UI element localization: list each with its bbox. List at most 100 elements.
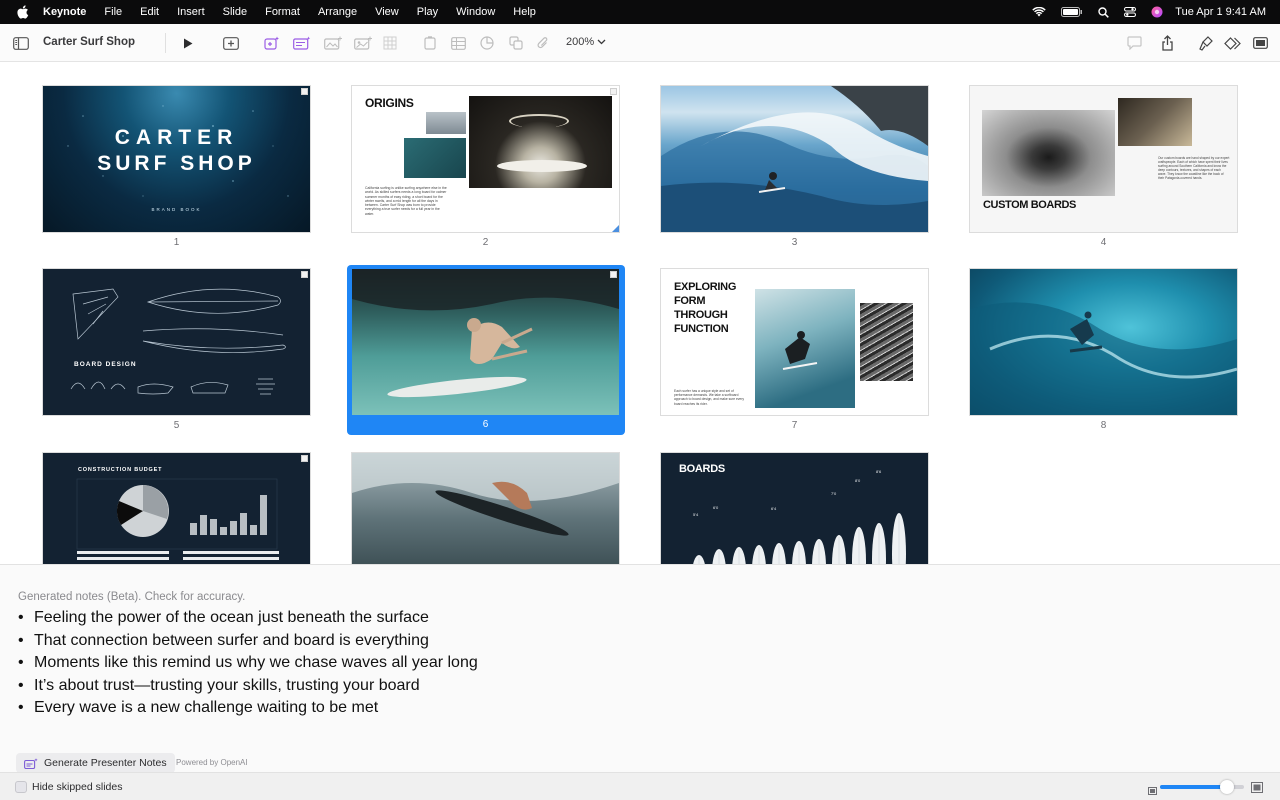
menu-arrange[interactable]: Arrange <box>318 6 357 18</box>
board-detail-photo <box>1118 98 1192 146</box>
play-button[interactable] <box>176 32 200 54</box>
slide-thumbnail-8[interactable]: 8 <box>970 269 1237 431</box>
table-icon <box>446 32 470 54</box>
surfer-photo-small <box>426 112 466 134</box>
hide-skipped-checkbox[interactable] <box>15 781 27 793</box>
slide-thumbnail-10[interactable] <box>352 453 619 564</box>
slide-corner-marker <box>301 271 308 278</box>
slide7-title-line4: FUNCTION <box>674 323 729 335</box>
wifi-icon[interactable] <box>1032 7 1047 17</box>
presenter-notes-panel[interactable]: Generated notes (Beta). Check for accura… <box>0 564 1280 773</box>
surfer-wave-photo <box>755 289 855 408</box>
slide1-title-line2: SURF SHOP <box>97 152 256 175</box>
toolbar-divider <box>165 33 166 53</box>
insert-image-icon <box>321 32 345 54</box>
menu-app-name[interactable]: Keynote <box>43 6 86 18</box>
slide-thumbnail-11[interactable]: BOARDS 5'4 6'0 6'4 7'0 8'0 8'6 <box>661 453 928 564</box>
underwater-surfer-image <box>352 269 619 415</box>
zoom-menu[interactable]: 200% <box>566 36 606 48</box>
document-panel-icon[interactable] <box>1248 32 1272 54</box>
slide4-title: CUSTOM BOARDS <box>983 199 1076 211</box>
thumbnail-size-slider[interactable] <box>1160 780 1244 794</box>
menu-help[interactable]: Help <box>513 6 536 18</box>
slide-thumbnail-7[interactable]: EXPLORING FORM THROUGH FUNCTION Each sur… <box>661 269 928 431</box>
comment-icon <box>1122 32 1146 54</box>
notes-bullet[interactable]: It’s about trust—trusting your skills, t… <box>18 675 478 698</box>
board-blueprint-drawing <box>70 288 286 395</box>
format-brush-icon[interactable] <box>1194 32 1218 54</box>
menu-format[interactable]: Format <box>265 6 300 18</box>
notes-bullet[interactable]: Moments like this remind us why we chase… <box>18 652 478 675</box>
slide7-title-line1: EXPLORING <box>674 281 737 293</box>
slide-thumbnail-3[interactable]: 3 <box>661 86 928 248</box>
slide7-title-line2: FORM <box>674 295 706 307</box>
slide2-body: California surfing is unlike surfing any… <box>365 186 447 216</box>
menu-window[interactable]: Window <box>456 6 495 18</box>
slide-number: 7 <box>791 420 798 431</box>
board-size-label: 5'4 <box>693 512 699 517</box>
siri-icon[interactable] <box>1151 6 1163 18</box>
powered-by-label: Powered by OpenAI <box>176 758 248 767</box>
notes-bullet[interactable]: Every wave is a new challenge waiting to… <box>18 697 478 720</box>
slide-thumbnail-1[interactable]: CARTER SURF SHOP BRAND BOOK 1 <box>43 86 310 248</box>
notes-bullet[interactable]: Feeling the power of the ocean just bene… <box>18 607 478 630</box>
chart-icon <box>475 32 499 54</box>
sidebar-toggle-icon[interactable] <box>9 32 33 54</box>
large-thumbnail-icon[interactable] <box>1251 780 1263 798</box>
toolbar: Carter Surf Shop 200% <box>0 24 1280 62</box>
status-bar: Hide skipped slides <box>0 772 1280 800</box>
slide-layout-icon[interactable] <box>290 32 314 54</box>
slider-knob[interactable] <box>1220 780 1235 794</box>
menu-file[interactable]: File <box>104 6 122 18</box>
document-title: Carter Surf Shop <box>43 36 136 48</box>
attachment-icon <box>531 32 555 54</box>
spotlight-search-icon[interactable] <box>1098 6 1110 18</box>
slide-thumbnail-2[interactable]: ORIGINS California surfing is unlike sur… <box>352 86 619 248</box>
grid-icon <box>378 32 402 54</box>
hide-skipped-label: Hide skipped slides <box>32 781 123 793</box>
slide4-body: Our custom boards are hand shaped by our… <box>1158 156 1230 181</box>
board-size-label: 7'0 <box>831 491 837 496</box>
notes-bullet[interactable]: That connection between surfer and board… <box>18 630 478 653</box>
board-size-label: 8'0 <box>855 478 861 483</box>
slide-thumbnail-6[interactable] <box>352 269 619 415</box>
budget-charts <box>76 478 279 560</box>
slider-fill <box>1160 785 1228 789</box>
add-slide-button[interactable] <box>219 32 243 54</box>
menu-edit[interactable]: Edit <box>140 6 159 18</box>
battery-icon[interactable] <box>1061 7 1083 17</box>
board-size-label: 6'0 <box>713 505 719 510</box>
slide-corner-triangle <box>612 225 619 232</box>
board-size-label: 8'6 <box>876 469 882 474</box>
slide-thumbnail-5[interactable]: BOARD DESIGN 5 <box>43 269 310 431</box>
animate-icon[interactable] <box>1221 32 1245 54</box>
slide1-subtitle: BRAND BOOK <box>151 207 202 212</box>
generate-presenter-notes-button[interactable]: Generate Presenter Notes <box>16 753 175 773</box>
menu-play[interactable]: Play <box>417 6 438 18</box>
share-icon[interactable] <box>1155 32 1179 54</box>
menu-insert[interactable]: Insert <box>177 6 205 18</box>
zoom-value: 200% <box>566 36 595 48</box>
notes-list[interactable]: Feeling the power of the ocean just bene… <box>18 607 478 720</box>
apple-logo-icon[interactable] <box>16 5 29 19</box>
boards-lineup-drawing <box>693 513 906 564</box>
menu-view[interactable]: View <box>375 6 399 18</box>
slide-thumbnail-4[interactable]: CUSTOM BOARDS Our custom boards are hand… <box>970 86 1237 248</box>
ai-generate-icon[interactable] <box>260 32 284 54</box>
insert-media-icon <box>351 32 375 54</box>
slide-thumbnail-9[interactable]: CONSTRUCTION BUDGET <box>43 453 310 564</box>
slide-corner-marker <box>610 271 617 278</box>
notes-beta-hint: Generated notes (Beta). Check for accura… <box>18 591 246 603</box>
menu-clock[interactable]: Tue Apr 1 9:41 AM <box>1175 6 1266 18</box>
control-center-icon[interactable] <box>1124 7 1137 17</box>
fin-stack-photo <box>860 303 913 381</box>
slide-number: 8 <box>1100 420 1107 431</box>
slide-corner-marker <box>301 88 308 95</box>
slide-number: 3 <box>791 237 798 248</box>
workshop-photo <box>469 96 612 188</box>
menu-slide[interactable]: Slide <box>223 6 247 18</box>
shaper-photo <box>982 110 1115 196</box>
slide2-title: ORIGINS <box>365 96 414 110</box>
slide5-title: BOARD DESIGN <box>74 361 137 368</box>
small-thumbnail-icon[interactable] <box>1148 782 1157 800</box>
